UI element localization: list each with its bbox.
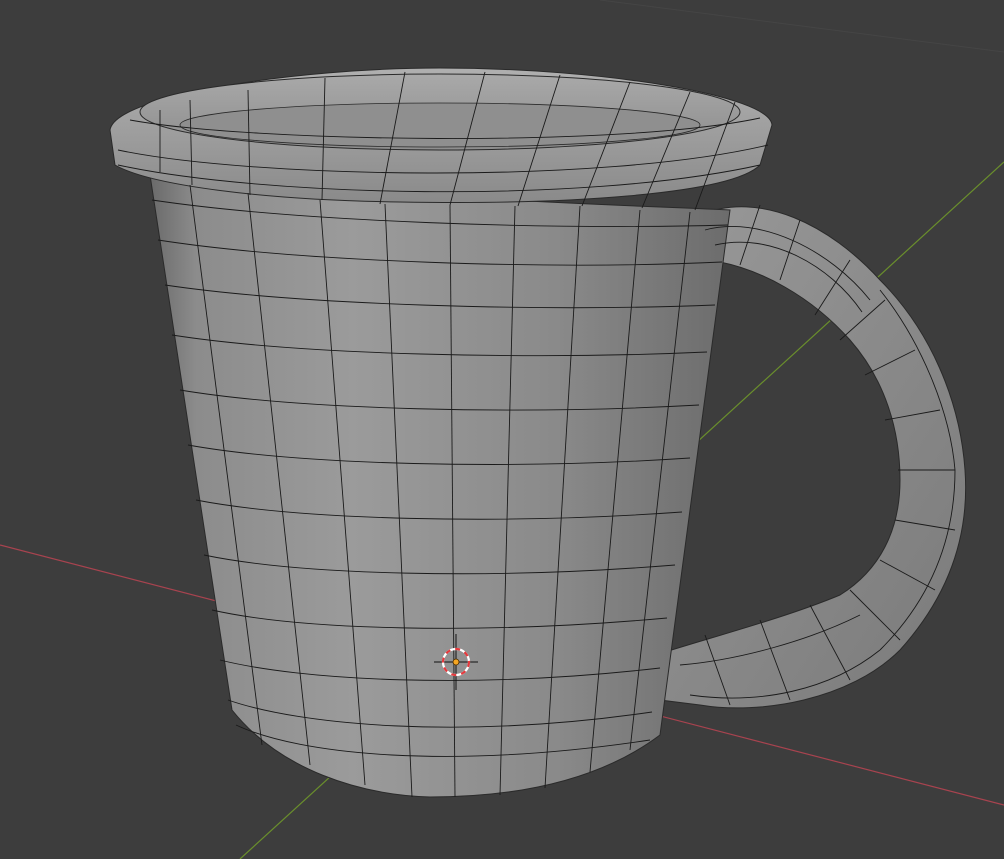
object-origin-icon bbox=[452, 658, 460, 666]
floor-grid bbox=[599, 0, 1004, 53]
mug-mesh[interactable] bbox=[109, 67, 967, 798]
3d-viewport[interactable] bbox=[0, 0, 1004, 859]
mug-inner-wall bbox=[179, 102, 701, 148]
mug-body[interactable] bbox=[149, 174, 731, 798]
